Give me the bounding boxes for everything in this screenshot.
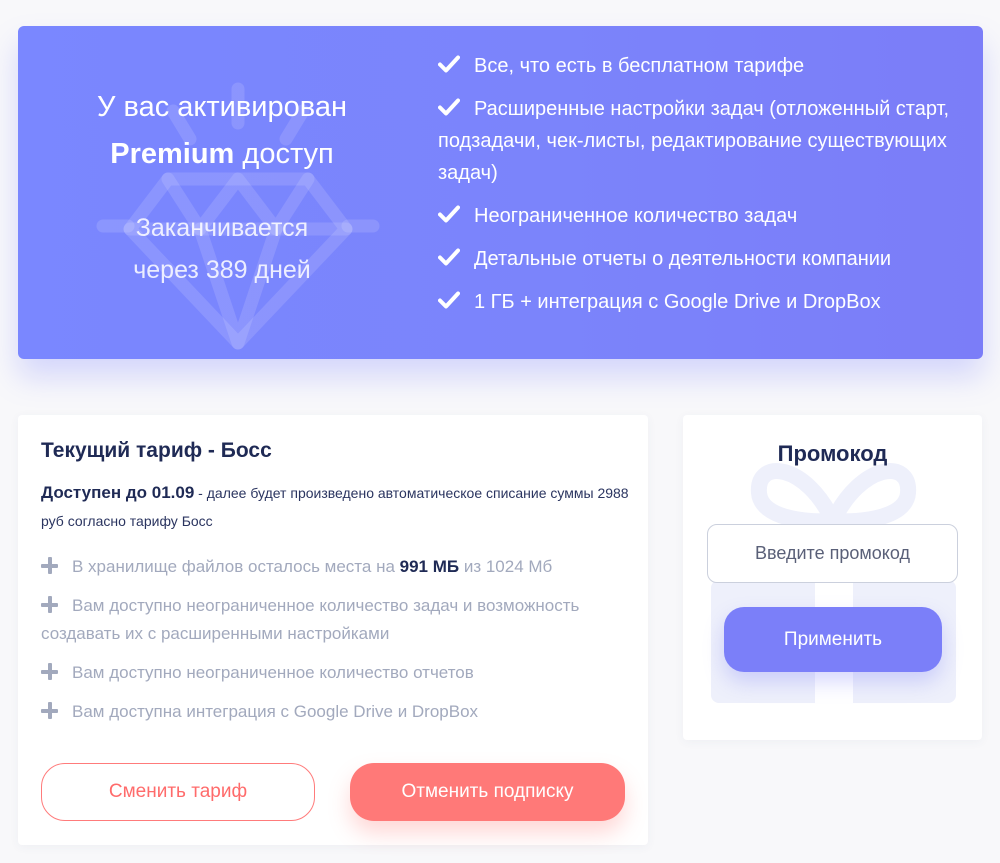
check-icon	[438, 291, 460, 309]
cancel-subscription-button[interactable]: Отменить подписку	[350, 763, 625, 821]
feature-text: Все, что есть в бесплатном тарифе	[474, 55, 805, 77]
plus-icon	[41, 702, 58, 719]
feature-item: 1 ГБ + интеграция с Google Drive и DropB…	[438, 286, 958, 318]
access-word: доступ	[234, 138, 334, 170]
promo-code-card: Промокод Применить	[683, 415, 982, 740]
feature-text: 1 ГБ + интеграция с Google Drive и DropB…	[474, 291, 881, 313]
activated-text: У вас активирован	[97, 91, 347, 123]
check-icon	[438, 98, 460, 116]
perk-item: Вам доступно неограниченное количество з…	[41, 592, 631, 648]
feature-item: Все, что есть в бесплатном тарифе	[438, 50, 958, 82]
premium-access-line: Premium доступ	[18, 136, 426, 172]
feature-text: Детальные отчеты о деятельности компании	[474, 248, 892, 270]
feature-item: Детальные отчеты о деятельности компании	[438, 243, 958, 275]
tariff-title: Текущий тариф - Босс	[41, 439, 272, 462]
change-tariff-button[interactable]: Сменить тариф	[41, 763, 315, 821]
perk-item-storage: В хранилище файлов осталось места на 991…	[41, 553, 631, 581]
plus-icon	[41, 663, 58, 680]
plus-icon	[41, 596, 58, 613]
current-tariff-card: Текущий тариф - Босс Доступен до 01.09 -…	[18, 415, 648, 845]
tariff-perks-list: В хранилище файлов осталось места на 991…	[41, 553, 631, 737]
storage-value: 991 МБ	[399, 557, 460, 576]
feature-item: Неограниченное количество задач	[438, 200, 958, 232]
storage-suffix: из 1024 Мб	[459, 557, 553, 576]
perk-item: Вам доступна интеграция с Google Drive и…	[41, 698, 631, 726]
perk-text: Вам доступно неограниченное количество з…	[41, 596, 580, 643]
expires-text: Заканчивается	[135, 214, 309, 242]
perk-text: Вам доступна интеграция с Google Drive и…	[72, 702, 479, 721]
storage-prefix: В хранилище файлов осталось места на	[72, 557, 400, 576]
plus-icon	[41, 557, 58, 574]
premium-word: Premium	[110, 138, 235, 170]
days-remaining: через 389 дней	[133, 256, 311, 284]
check-icon	[438, 205, 460, 223]
feature-item: Расширенные настройки задач (отложенный …	[438, 93, 958, 189]
premium-banner: У вас активирован Premium доступ Заканчи…	[18, 26, 983, 359]
promo-title: Промокод	[777, 441, 888, 466]
feature-text: Неограниченное количество задач	[474, 205, 798, 227]
premium-features-list: Все, что есть в бесплатном тарифе Расшир…	[438, 50, 958, 329]
apply-promo-button[interactable]: Применить	[724, 607, 942, 672]
perk-text: Вам доступно неограниченное количество о…	[72, 663, 474, 682]
perk-item: Вам доступно неограниченное количество о…	[41, 659, 631, 687]
promo-code-input[interactable]	[707, 524, 958, 583]
premium-status: У вас активирован Premium доступ Заканчи…	[18, 26, 426, 359]
tariff-availability: Доступен до 01.09 - далее будет произвед…	[41, 479, 631, 535]
feature-text: Расширенные настройки задач (отложенный …	[438, 98, 950, 184]
available-until: Доступен до 01.09	[41, 483, 195, 502]
check-icon	[438, 248, 460, 266]
check-icon	[438, 55, 460, 73]
